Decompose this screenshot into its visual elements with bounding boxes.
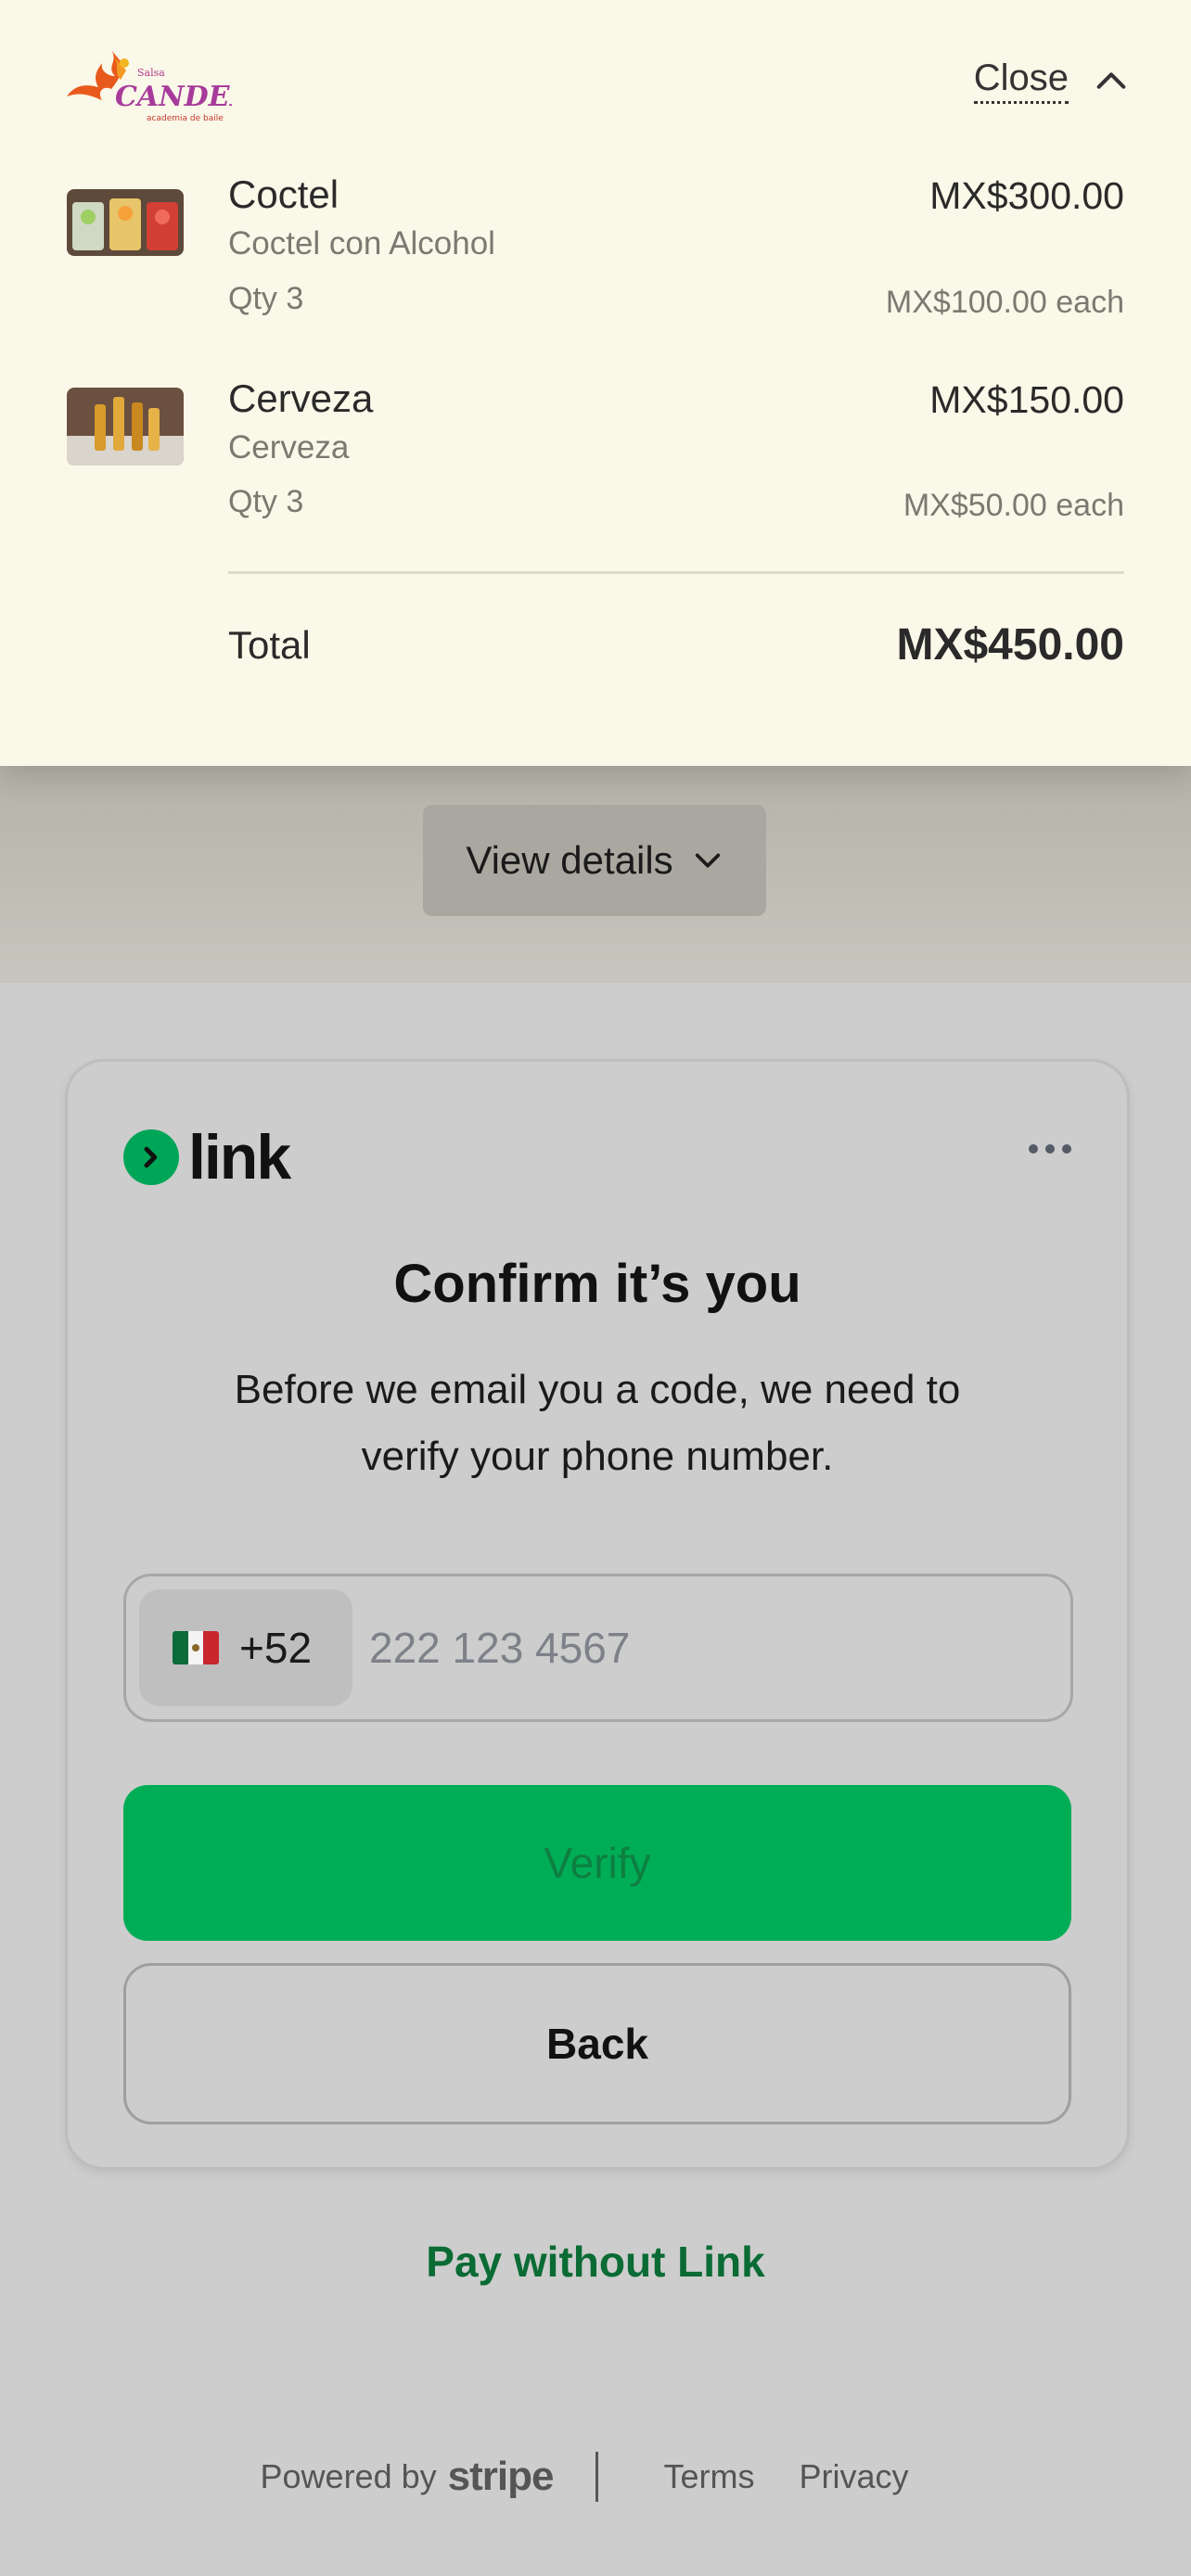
chevron-down-icon: [695, 853, 720, 868]
item-price: MX$150.00: [929, 378, 1124, 421]
terms-link[interactable]: Terms: [663, 2457, 754, 2496]
item-description: Coctel con Alcohol: [228, 225, 495, 261]
powered-by-label: Powered by: [260, 2457, 437, 2495]
order-summary-panel: Salsa CANDELA academia de baile Close Co…: [0, 0, 1191, 766]
close-label: Close: [973, 57, 1069, 104]
phone-field: +52: [123, 1574, 1073, 1722]
cerveza-thumbnail: [67, 388, 184, 465]
close-summary-button[interactable]: Close: [973, 57, 1130, 104]
link-wordmark: link: [188, 1122, 291, 1192]
privacy-link[interactable]: Privacy: [799, 2457, 908, 2496]
mexico-flag-icon: [173, 1631, 219, 1664]
verify-button[interactable]: Verify: [123, 1785, 1071, 1941]
back-button[interactable]: Back: [123, 1963, 1071, 2124]
item-quantity: Qty 3: [228, 484, 304, 519]
svg-text:Salsa: Salsa: [137, 67, 165, 79]
item-price: MX$300.00: [929, 174, 1124, 217]
pay-without-link-button[interactable]: Pay without Link: [0, 2237, 1191, 2287]
footer: Powered by stripe Terms Privacy: [0, 2452, 1191, 2502]
item-description: Cerveza: [228, 429, 350, 465]
card-title: Confirm it’s you: [393, 1254, 801, 1314]
svg-text:academia de baile: academia de baile: [147, 114, 224, 123]
powered-by-stripe[interactable]: Powered by stripe: [260, 2454, 555, 2500]
candela-logo: Salsa CANDELA academia de baile: [67, 50, 232, 123]
chevron-up-icon: [1096, 72, 1126, 89]
total-label: Total: [228, 623, 311, 667]
link-logo: link: [123, 1121, 291, 1193]
item-name: Cerveza: [228, 376, 374, 420]
phone-number-input[interactable]: [369, 1615, 1018, 1680]
footer-divider: [596, 2452, 599, 2502]
summary-divider: [228, 571, 1124, 574]
card-subtitle: Before we email you a code, we need to v…: [234, 1367, 961, 1479]
view-details-label: View details: [466, 838, 673, 882]
more-options-icon[interactable]: [1027, 1141, 1073, 1156]
svg-text:CANDELA: CANDELA: [115, 81, 232, 113]
coctel-thumbnail: [67, 189, 184, 256]
stripe-logo: stripe: [447, 2454, 555, 2499]
item-name: Coctel: [228, 172, 339, 216]
total-value: MX$450.00: [896, 620, 1124, 670]
item-quantity: Qty 3: [228, 281, 304, 316]
country-code-selector[interactable]: +52: [139, 1589, 352, 1706]
link-arrow-icon: [123, 1129, 179, 1185]
link-verify-card: link Confirm it’s you Before we email yo…: [65, 1059, 1130, 2170]
view-details-button[interactable]: View details: [423, 805, 766, 916]
item-unit-price: MX$50.00 each: [903, 488, 1124, 523]
country-code: +52: [239, 1624, 313, 1672]
item-unit-price: MX$100.00 each: [885, 285, 1124, 320]
